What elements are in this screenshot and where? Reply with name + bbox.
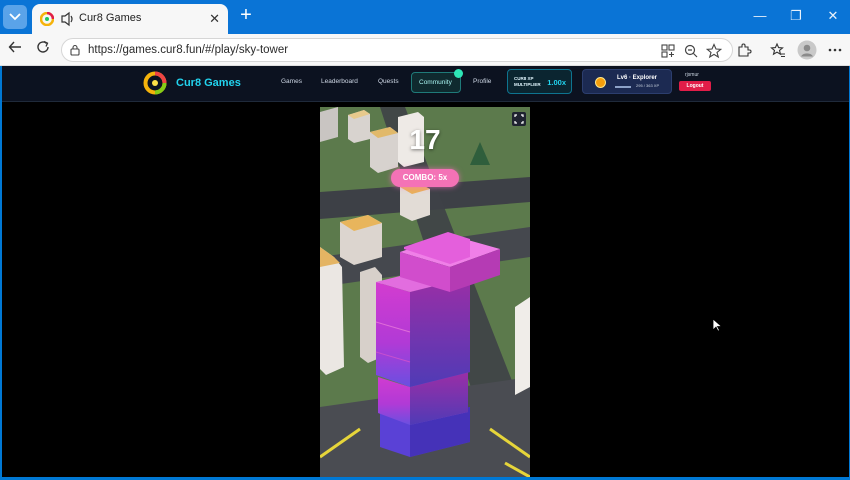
xp-multiplier-badge: CUR8 XP MULTIPLIER 1.00x	[507, 69, 572, 94]
back-icon[interactable]	[5, 40, 25, 60]
brand-name[interactable]: Cur8 Games	[176, 77, 241, 89]
combo-badge: COMBO: 5x	[391, 169, 459, 187]
user-level: Lv6 · Explorer	[617, 75, 658, 81]
extensions-icon[interactable]	[736, 42, 752, 58]
more-icon[interactable]	[827, 42, 843, 58]
minimize-button[interactable]: —	[750, 8, 770, 26]
favicon-icon	[40, 12, 54, 26]
address-bar[interactable]: https://games.cur8.fun/#/play/sky-tower	[61, 38, 733, 62]
nav-leaderboard[interactable]: Leaderboard	[321, 78, 358, 85]
mouse-cursor-icon	[712, 318, 722, 332]
browser-toolbar: https://games.cur8.fun/#/play/sky-tower	[0, 34, 850, 66]
app-grid-icon[interactable]	[660, 43, 676, 59]
speaker-icon[interactable]	[60, 11, 74, 27]
url-text: https://games.cur8.fun/#/play/sky-tower	[88, 44, 289, 56]
level-medal-icon	[595, 77, 606, 88]
game-canvas[interactable]: 17 COMBO: 5x	[320, 107, 530, 477]
user-level-card[interactable]: Lv6 · Explorer 295 / 363 XP	[582, 69, 672, 94]
lock-icon[interactable]	[69, 44, 81, 56]
profile-icon[interactable]	[797, 40, 817, 60]
refresh-icon[interactable]	[33, 40, 53, 60]
nav-games[interactable]: Games	[281, 78, 302, 85]
new-tab-button[interactable]: +	[236, 5, 256, 26]
xp-progress-bar	[615, 86, 631, 88]
game-scene	[320, 107, 530, 477]
username: rjsmur	[685, 72, 699, 78]
favorite-star-icon[interactable]	[706, 43, 722, 59]
browser-tab[interactable]: Cur8 Games ✕	[32, 4, 228, 34]
browser-titlebar: Cur8 Games ✕ + — ❐ ✕	[0, 0, 850, 34]
nav-community-label: Community	[419, 79, 452, 86]
logout-button[interactable]: Logout	[679, 81, 711, 91]
tab-actions-icon[interactable]	[3, 5, 27, 29]
favorites-icon[interactable]	[770, 42, 786, 58]
site-navbar: Cur8 Games Games Leaderboard Quests Comm…	[2, 66, 849, 102]
nav-profile[interactable]: Profile	[473, 78, 491, 85]
zoom-icon[interactable]	[683, 43, 699, 59]
tab-title: Cur8 Games	[79, 12, 142, 24]
xp-multiplier-value: 1.00x	[547, 78, 566, 87]
notification-dot	[454, 69, 463, 78]
page-viewport: Cur8 Games Games Leaderboard Quests Comm…	[2, 66, 849, 477]
brand-logo-icon[interactable]	[143, 71, 167, 95]
user-xp: 295 / 363 XP	[636, 83, 660, 88]
close-window-button[interactable]: ✕	[823, 8, 843, 26]
nav-community[interactable]: Community	[411, 69, 463, 93]
restore-button[interactable]: ❐	[786, 8, 806, 26]
xp-multiplier-label-2: MULTIPLIER	[514, 82, 541, 87]
tab-close-icon[interactable]: ✕	[209, 11, 220, 27]
xp-multiplier-label-1: CUR8 XP	[514, 76, 534, 81]
game-score: 17	[409, 124, 441, 155]
nav-quests[interactable]: Quests	[378, 78, 399, 85]
